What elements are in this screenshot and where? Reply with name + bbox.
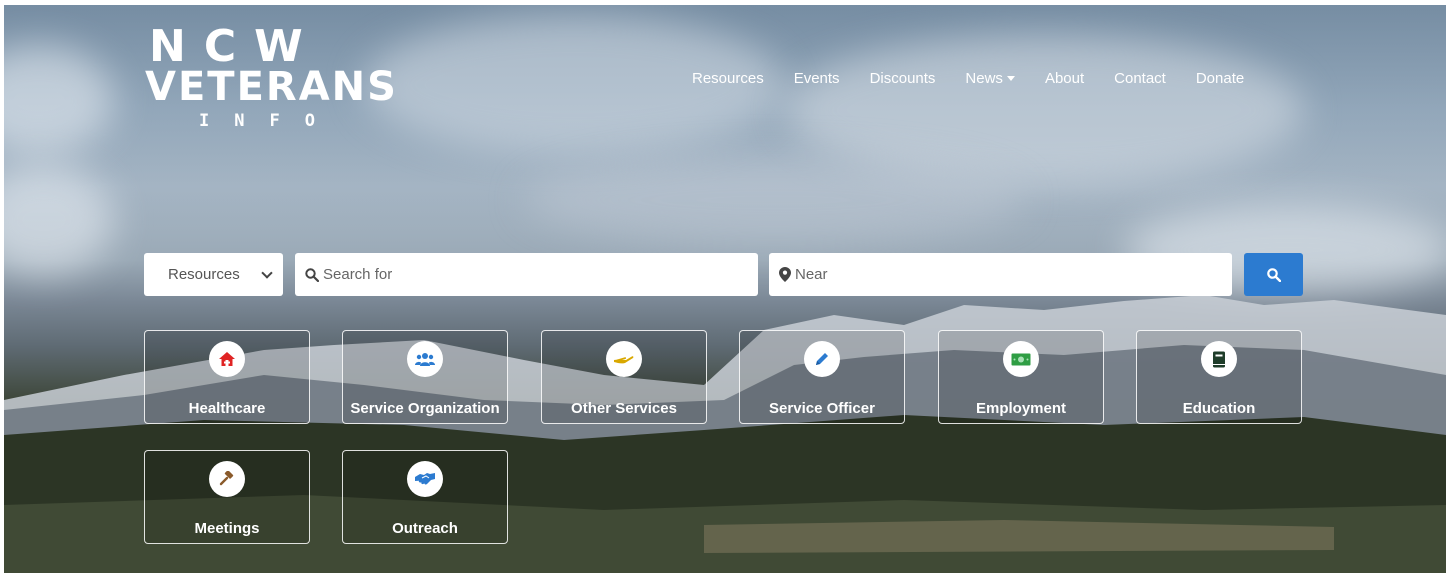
users-icon [415, 353, 435, 366]
category-tile-meetings[interactable]: Meetings [144, 450, 310, 544]
nav-events[interactable]: Events [794, 70, 840, 87]
tile-label: Employment [975, 400, 1066, 417]
category-tile-outreach[interactable]: Outreach [342, 450, 508, 544]
icon-circle [209, 341, 245, 377]
category-select[interactable]: Resources [144, 253, 283, 296]
pencil-icon [816, 353, 828, 365]
handshake-icon [415, 473, 435, 485]
category-tile-service-officer[interactable]: Service Officer [739, 330, 905, 424]
nav-news-label: News [965, 70, 1003, 87]
map-marker-icon [779, 267, 791, 282]
nav-contact[interactable]: Contact [1114, 70, 1166, 87]
site-logo[interactable]: NCW VETERANS INFO [145, 25, 415, 130]
chevron-down-icon [261, 267, 273, 279]
nav-discounts[interactable]: Discounts [870, 70, 936, 87]
icon-circle [407, 461, 443, 497]
nav-resources[interactable]: Resources [692, 70, 764, 87]
tile-label: Other Services [571, 400, 677, 417]
icon-circle [407, 341, 443, 377]
category-tile-healthcare[interactable]: Healthcare [144, 330, 310, 424]
icon-circle [1003, 341, 1039, 377]
search-button[interactable] [1244, 253, 1303, 296]
caret-down-icon [1006, 76, 1015, 81]
search-icon [305, 267, 319, 282]
search-placeholder: Search for [323, 266, 393, 283]
nav-about[interactable]: About [1045, 70, 1084, 87]
near-placeholder: Near [795, 266, 828, 283]
money-icon [1011, 353, 1031, 365]
tile-label: Education [1182, 400, 1256, 417]
nav-news[interactable]: News [965, 70, 1015, 87]
near-input[interactable]: Near [769, 253, 1232, 296]
logo-line-1: NCW [149, 21, 321, 72]
nav-donate[interactable]: Donate [1196, 70, 1244, 87]
category-tile-education[interactable]: Education [1136, 330, 1302, 424]
category-tile-other-services[interactable]: Other Services [541, 330, 707, 424]
home-icon [219, 352, 235, 366]
book-icon [1213, 351, 1225, 367]
category-tile-employment[interactable]: Employment [938, 330, 1104, 424]
main-nav: Resources Events Discounts News About Co… [692, 70, 1274, 87]
logo-line-3: INFO [199, 111, 340, 131]
hand-icon [614, 356, 634, 364]
tile-label: Healthcare [188, 400, 266, 417]
icon-circle [209, 461, 245, 497]
tile-label: Outreach [392, 520, 458, 537]
tile-label: Service Officer [769, 400, 875, 417]
icon-circle [606, 341, 642, 377]
search-icon [1266, 267, 1281, 282]
tile-label: Service Organization [350, 400, 500, 417]
logo-line-2: VETERANS [145, 64, 398, 110]
tile-label: Meetings [194, 520, 260, 537]
icon-circle [804, 341, 840, 377]
icon-circle [1201, 341, 1237, 377]
search-input[interactable]: Search for [295, 253, 758, 296]
category-tile-service-organization[interactable]: Service Organization [342, 330, 508, 424]
gavel-icon [219, 471, 234, 486]
category-select-value: Resources [168, 266, 240, 283]
